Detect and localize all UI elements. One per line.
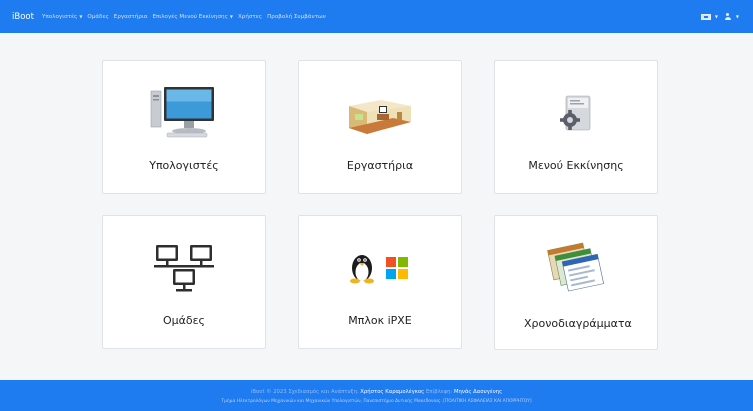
nav-item-groups[interactable]: Ομάδες [87, 14, 108, 20]
privacy-policy-link[interactable]: [ΠΟΛΙΤΙΚΗ ΑΣΦΑΛΕΙΑΣ ΚΑΙ ΑΠΟΡΡΗΤΟΥ] [443, 399, 531, 404]
chevron-down-icon[interactable]: ▼ [715, 14, 718, 19]
linux-windows-icon [350, 255, 408, 284]
nav-item-computers[interactable]: Υπολογιστές ▼ [42, 14, 82, 20]
card-computers[interactable]: Υπολογιστές [102, 60, 266, 194]
footer: iBoot © 2023 Σχεδιασμός και Ανάπτυξη: Χρ… [0, 380, 753, 411]
chevron-down-icon: ▼ [79, 13, 83, 19]
card-title: Ομάδες [162, 314, 206, 327]
card-title: Μπλοκ iPXE [348, 314, 412, 327]
nav-item-boot-menu-options[interactable]: Επιλογές Μενού Εκκίνησης ▼ [152, 14, 232, 20]
card-title: Εργαστήρια [346, 159, 414, 172]
brand-link[interactable]: iBoot [12, 12, 34, 22]
chevron-down-icon[interactable]: ▼ [736, 14, 739, 19]
top-navbar: iBoot Υπολογιστές ▼ Ομάδες Εργαστήρια Επι… [0, 0, 753, 33]
nav-item-users[interactable]: Χρήστες [238, 14, 262, 20]
language-flag-icon[interactable] [700, 13, 711, 20]
card-title: Χρονοδιαγράμματα [524, 317, 632, 330]
nav-item-labs[interactable]: Εργαστήρια [114, 14, 148, 20]
card-title: Μενού Εκκίνησης [528, 159, 624, 172]
user-icon[interactable] [724, 12, 732, 21]
card-title: Υπολογιστές [149, 159, 219, 172]
card-boot-menu[interactable]: Μενού Εκκίνησης [494, 60, 658, 194]
card-schedules[interactable]: Χρονοδιαγράμματα [494, 215, 658, 350]
boot-menu-gear-icon [560, 95, 591, 131]
footer-supervisor: Μηνάς Δασυγένης [453, 389, 503, 395]
computer-icon [150, 87, 214, 138]
card-groups[interactable]: Ομάδες [102, 215, 266, 349]
footer-department: Τμήμα Ηλεκτρολόγων Μηχανικών και Μηχανικ… [221, 399, 532, 404]
chevron-down-icon: ▼ [229, 13, 233, 19]
card-labs[interactable]: Εργαστήρια [298, 60, 462, 194]
footer-author: Χρήστος Καραμολέγκος [360, 389, 425, 395]
nav-item-events[interactable]: Προβολή Συμβάντων [267, 14, 326, 20]
nav-right: ▼ ▼ [700, 12, 745, 21]
schedules-windows-icon [547, 242, 604, 292]
nav-menu: Υπολογιστές ▼ Ομάδες Εργαστήρια Επιλογές … [42, 14, 331, 20]
card-ipxe-blocks[interactable]: Μπλοκ iPXE [298, 215, 462, 349]
footer-credits: iBoot © 2023 Σχεδιασμός και Ανάπτυξη: Χρ… [250, 389, 503, 395]
lab-room-icon [349, 100, 411, 134]
network-group-icon [154, 245, 214, 292]
